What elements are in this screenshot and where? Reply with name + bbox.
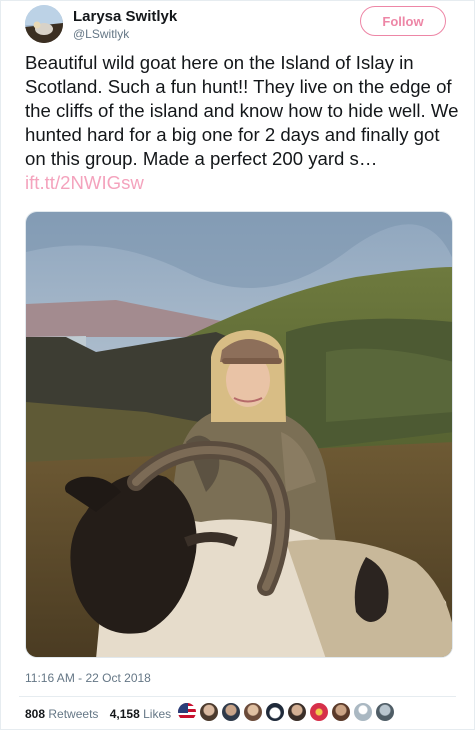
tweet-photo[interactable]: [25, 211, 453, 658]
retweets-stat[interactable]: 808 Retweets: [25, 707, 98, 721]
divider: [19, 696, 456, 697]
likers-avatars: [177, 702, 395, 724]
author-name[interactable]: Larysa Switlyk: [73, 8, 177, 25]
person-avatar[interactable]: [221, 702, 241, 722]
author-avatar[interactable]: [25, 5, 63, 43]
retweets-count: 808: [25, 707, 46, 721]
retweets-label: Retweets: [48, 707, 99, 721]
tweet-card: Larysa Switlyk @LSwitlyk Follow Beautifu…: [0, 0, 475, 730]
likes-label: Likes: [143, 707, 172, 721]
person-avatar[interactable]: [243, 702, 263, 722]
tweet-link[interactable]: ift.tt/2NWIGsw: [25, 172, 144, 193]
person-avatar[interactable]: [199, 702, 219, 722]
flower-avatar[interactable]: [309, 702, 329, 722]
person-avatar[interactable]: [375, 702, 395, 722]
follow-button[interactable]: Follow: [360, 6, 446, 36]
tweet-text: Beautiful wild goat here on the Island o…: [25, 51, 465, 195]
tweet-body: Beautiful wild goat here on the Island o…: [25, 52, 459, 169]
likes-count: 4,158: [109, 707, 140, 721]
tweet-header: Larysa Switlyk @LSwitlyk Follow: [25, 5, 450, 49]
person-avatar[interactable]: [331, 702, 351, 722]
us-flag-avatar[interactable]: [177, 702, 197, 722]
tweet-stats: 808 Retweets 4,158 Likes: [25, 707, 179, 721]
person-avatar[interactable]: [287, 702, 307, 722]
likes-stat[interactable]: 4,158 Likes: [110, 707, 171, 721]
tweet-timestamp[interactable]: 11:16 AM - 22 Oct 2018: [25, 671, 151, 685]
default-avatar[interactable]: [353, 702, 373, 722]
author-handle[interactable]: @LSwitlyk: [73, 27, 129, 41]
penguin-avatar[interactable]: [265, 702, 285, 722]
